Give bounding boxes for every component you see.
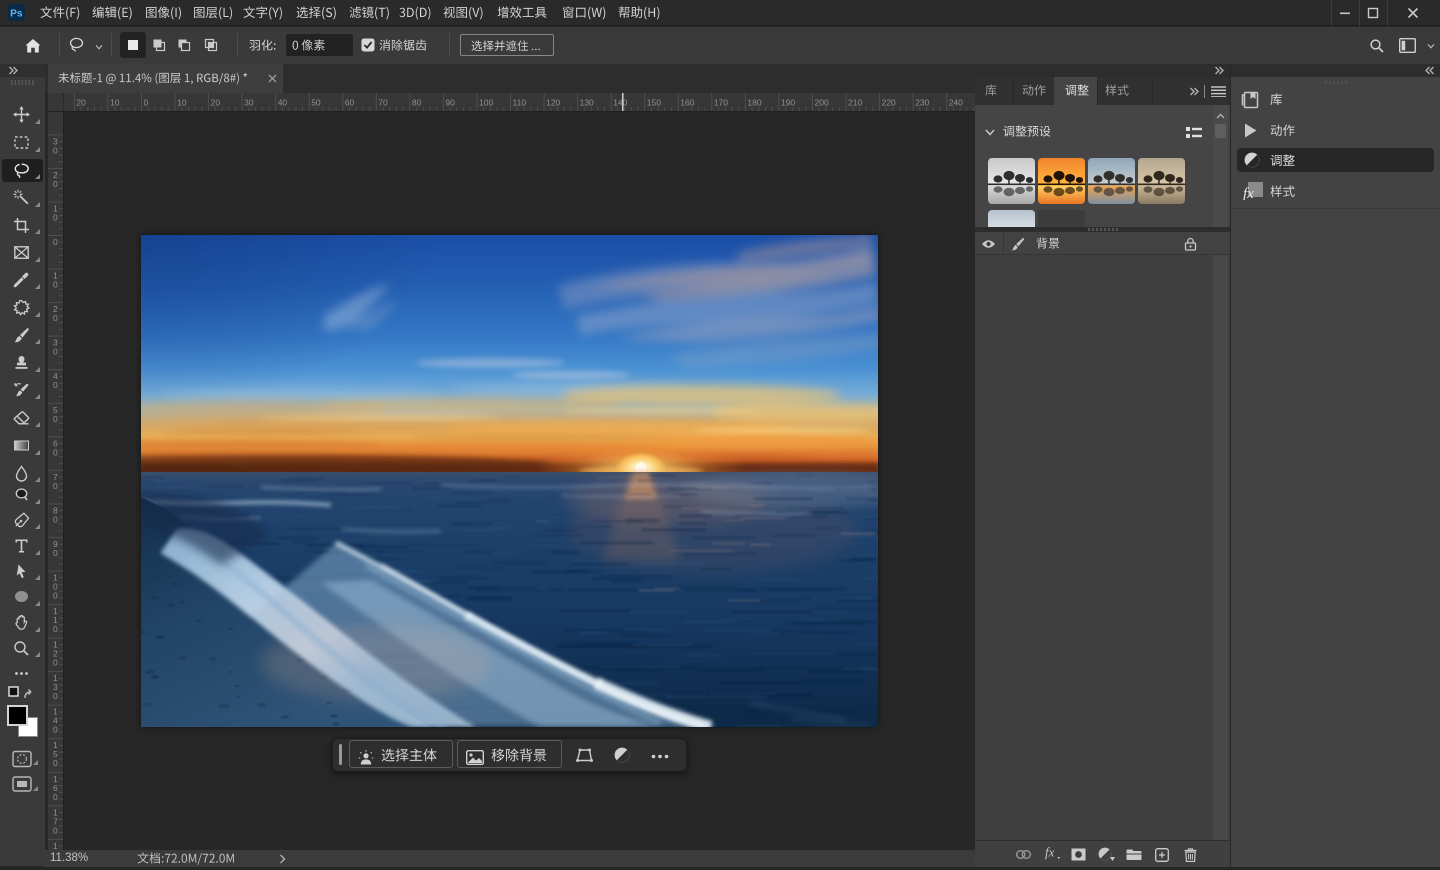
svg-text:0: 0 [53,725,58,735]
svg-text:170: 170 [714,98,728,108]
svg-text:180: 180 [747,98,761,108]
svg-text:0: 0 [53,548,58,558]
svg-text:0: 0 [53,691,58,701]
svg-text:0: 0 [53,658,58,668]
svg-text:0: 0 [53,591,58,601]
svg-text:0: 0 [53,514,58,524]
svg-text:Ps: Ps [10,9,23,20]
svg-text:0: 0 [53,237,58,247]
svg-text:40: 40 [278,98,288,108]
svg-text:1: 1 [53,841,58,850]
svg-text:0: 0 [53,758,58,768]
svg-text:200: 200 [815,98,829,108]
svg-text:160: 160 [680,98,694,108]
svg-text:0: 0 [144,98,149,108]
svg-text:210: 210 [848,98,862,108]
svg-text:110: 110 [513,98,527,108]
svg-text:140: 140 [613,98,627,108]
svg-text:0: 0 [53,481,58,491]
svg-text:60: 60 [345,98,355,108]
svg-text:30: 30 [244,98,254,108]
svg-text:0: 0 [53,414,58,424]
svg-text:100: 100 [479,98,493,108]
svg-text:10: 10 [177,98,187,108]
svg-text:20: 20 [76,98,86,108]
svg-text:220: 220 [882,98,896,108]
svg-text:0: 0 [53,624,58,634]
svg-text:130: 130 [580,98,594,108]
svg-text:0: 0 [53,380,58,390]
svg-text:240: 240 [949,98,963,108]
svg-text:120: 120 [546,98,560,108]
svg-text:150: 150 [647,98,661,108]
svg-text:20: 20 [211,98,221,108]
svg-text:0: 0 [53,825,58,835]
svg-text:70: 70 [378,98,388,108]
svg-text:0: 0 [53,213,58,223]
svg-text:190: 190 [781,98,795,108]
svg-text:0: 0 [53,179,58,189]
svg-text:0: 0 [53,347,58,357]
svg-text:90: 90 [445,98,455,108]
svg-text:0: 0 [53,145,58,155]
svg-text:0: 0 [53,792,58,802]
svg-text:0: 0 [53,280,58,290]
svg-text:0: 0 [53,447,58,457]
svg-text:0: 0 [53,313,58,323]
svg-text:230: 230 [915,98,929,108]
svg-text:10: 10 [110,98,120,108]
svg-text:50: 50 [311,98,321,108]
svg-text:80: 80 [412,98,422,108]
